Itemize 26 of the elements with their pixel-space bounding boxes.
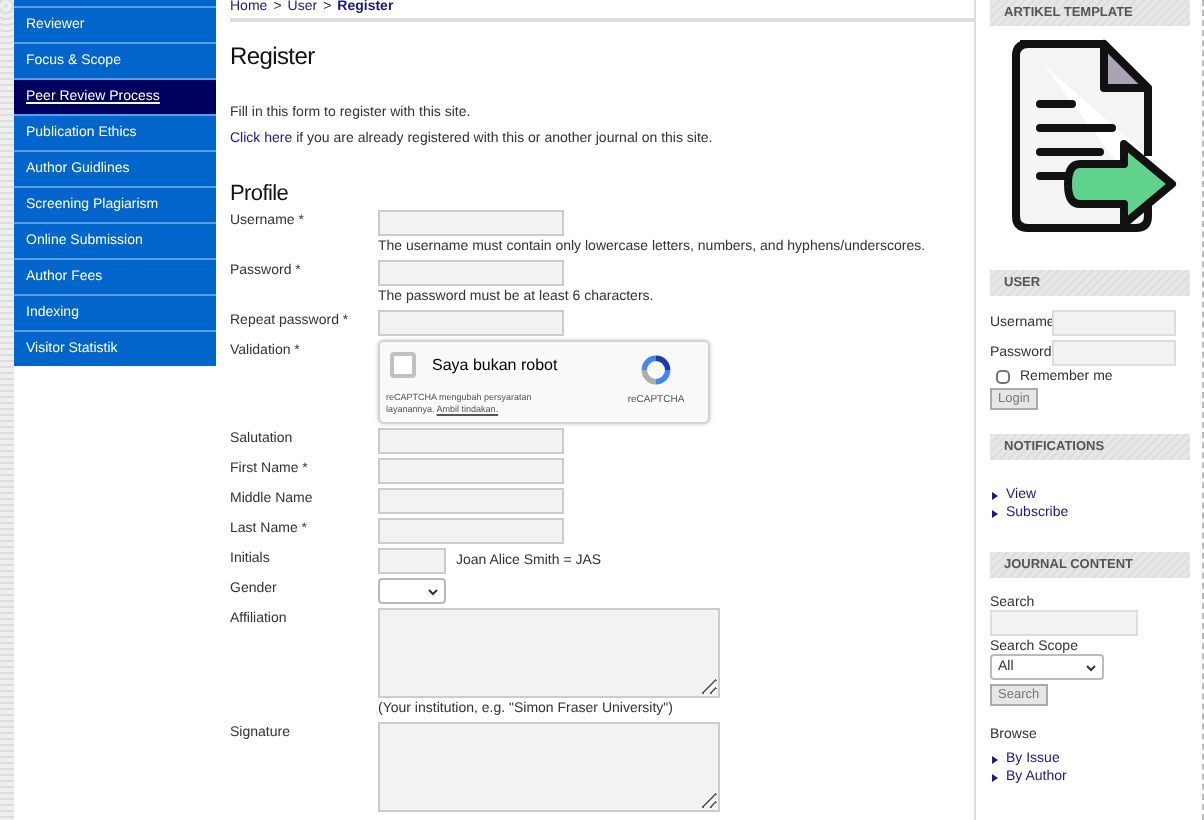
password-field[interactable]	[378, 260, 564, 286]
chevron-icon	[1086, 663, 1096, 671]
page-title: Register	[230, 42, 317, 70]
gender-select[interactable]	[378, 578, 446, 604]
text-area[interactable]	[378, 608, 720, 698]
text-field[interactable]	[378, 518, 564, 544]
recaptcha-logo-icon	[638, 352, 674, 388]
search-field[interactable]	[990, 610, 1138, 636]
section-title: Profile	[230, 182, 291, 206]
text-field[interactable]	[378, 210, 564, 236]
password-field[interactable]	[378, 310, 564, 336]
text-field[interactable]	[378, 458, 564, 484]
text-area[interactable]	[378, 722, 720, 812]
captcha-label: Saya bukan robot	[432, 356, 558, 374]
text-field[interactable]	[378, 488, 564, 514]
bullet-icon	[992, 509, 998, 517]
text-field[interactable]	[378, 428, 564, 454]
captcha-checkbox[interactable]	[390, 352, 416, 378]
password-field[interactable]	[1052, 340, 1176, 366]
bullet-icon	[992, 773, 998, 781]
bullet-icon	[992, 755, 998, 763]
bullet-icon	[992, 491, 998, 499]
remember-checkbox[interactable]	[996, 370, 1010, 384]
chevron-icon	[428, 587, 438, 595]
initials-field[interactable]	[378, 548, 446, 574]
username-field[interactable]	[1052, 310, 1176, 336]
